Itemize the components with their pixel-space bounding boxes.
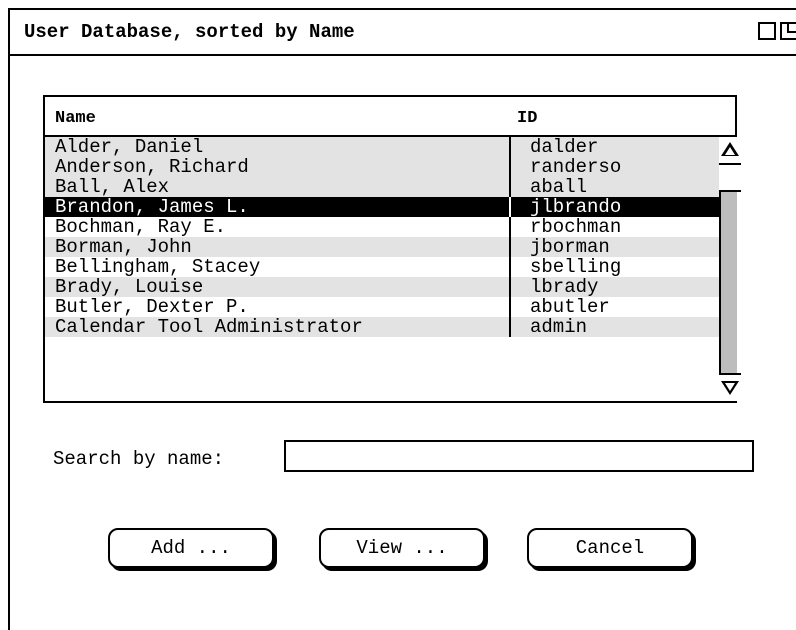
table-row[interactable]: Butler, Dexter P. abutler [45,297,719,317]
user-name-cell: Bochman, Ray E. [55,216,227,238]
table-row[interactable]: Bochman, Ray E. rbochman [45,217,719,237]
user-id-cell: abutler [530,296,610,318]
table-row[interactable]: Bellingham, Stacey sbelling [45,257,719,277]
scroll-thumb[interactable] [719,165,741,192]
user-name-cell: Brady, Louise [55,276,204,298]
table-row[interactable]: Ball, Alex aball [45,177,719,197]
user-id-cell: jborman [530,236,610,258]
table-header: Name ID [45,97,735,137]
user-name-cell: Brandon, James L. [55,196,249,218]
user-name-cell: Calendar Tool Administrator [55,316,363,338]
table-row-selected[interactable]: Brandon, James L. jlbrando [45,197,719,217]
search-input[interactable] [284,440,754,472]
user-id-cell: sbelling [530,256,622,278]
maximize-icon[interactable] [780,22,796,40]
user-id-cell: aball [530,176,588,198]
cancel-button[interactable]: Cancel [527,528,693,568]
user-id-cell: randerso [530,156,622,178]
user-name-cell: Bellingham, Stacey [55,256,261,278]
scroll-down-arrow-icon[interactable] [719,373,741,401]
window-title: User Database, sorted by Name [24,21,355,43]
table-row[interactable]: Anderson, Richard randerso [45,157,719,177]
user-id-cell: dalder [530,136,599,158]
minimize-icon[interactable] [758,22,776,40]
scroll-up-arrow-icon[interactable] [719,137,741,165]
user-id-cell: lbrady [530,276,599,298]
view-button[interactable]: View ... [319,528,485,568]
user-name-cell: Ball, Alex [55,176,170,198]
title-bar[interactable]: User Database, sorted by Name [10,10,796,56]
table-row[interactable]: Alder, Daniel dalder [45,137,719,157]
table-row[interactable]: Borman, John jborman [45,237,719,257]
table-row[interactable]: Calendar Tool Administrator admin [45,317,719,337]
user-id-cell: jlbrando [530,196,622,218]
table-row[interactable]: Brady, Louise lbrady [45,277,719,297]
add-button[interactable]: Add ... [108,528,274,568]
user-name-cell: Butler, Dexter P. [55,296,249,318]
user-table: Name ID Alder, Daniel dalder Anderson, Ri… [43,95,741,403]
search-label: Search by name: [53,448,225,470]
user-name-cell: Alder, Daniel [55,136,204,158]
column-header-id[interactable]: ID [517,109,537,128]
user-name-cell: Borman, John [55,236,192,258]
column-header-name[interactable]: Name [55,109,96,128]
user-id-cell: rbochman [530,216,622,238]
user-name-cell: Anderson, Richard [55,156,249,178]
table-scrollbar[interactable] [719,137,741,401]
table-body: Alder, Daniel dalder Anderson, Richard ran… [45,137,719,337]
user-id-cell: admin [530,316,588,338]
